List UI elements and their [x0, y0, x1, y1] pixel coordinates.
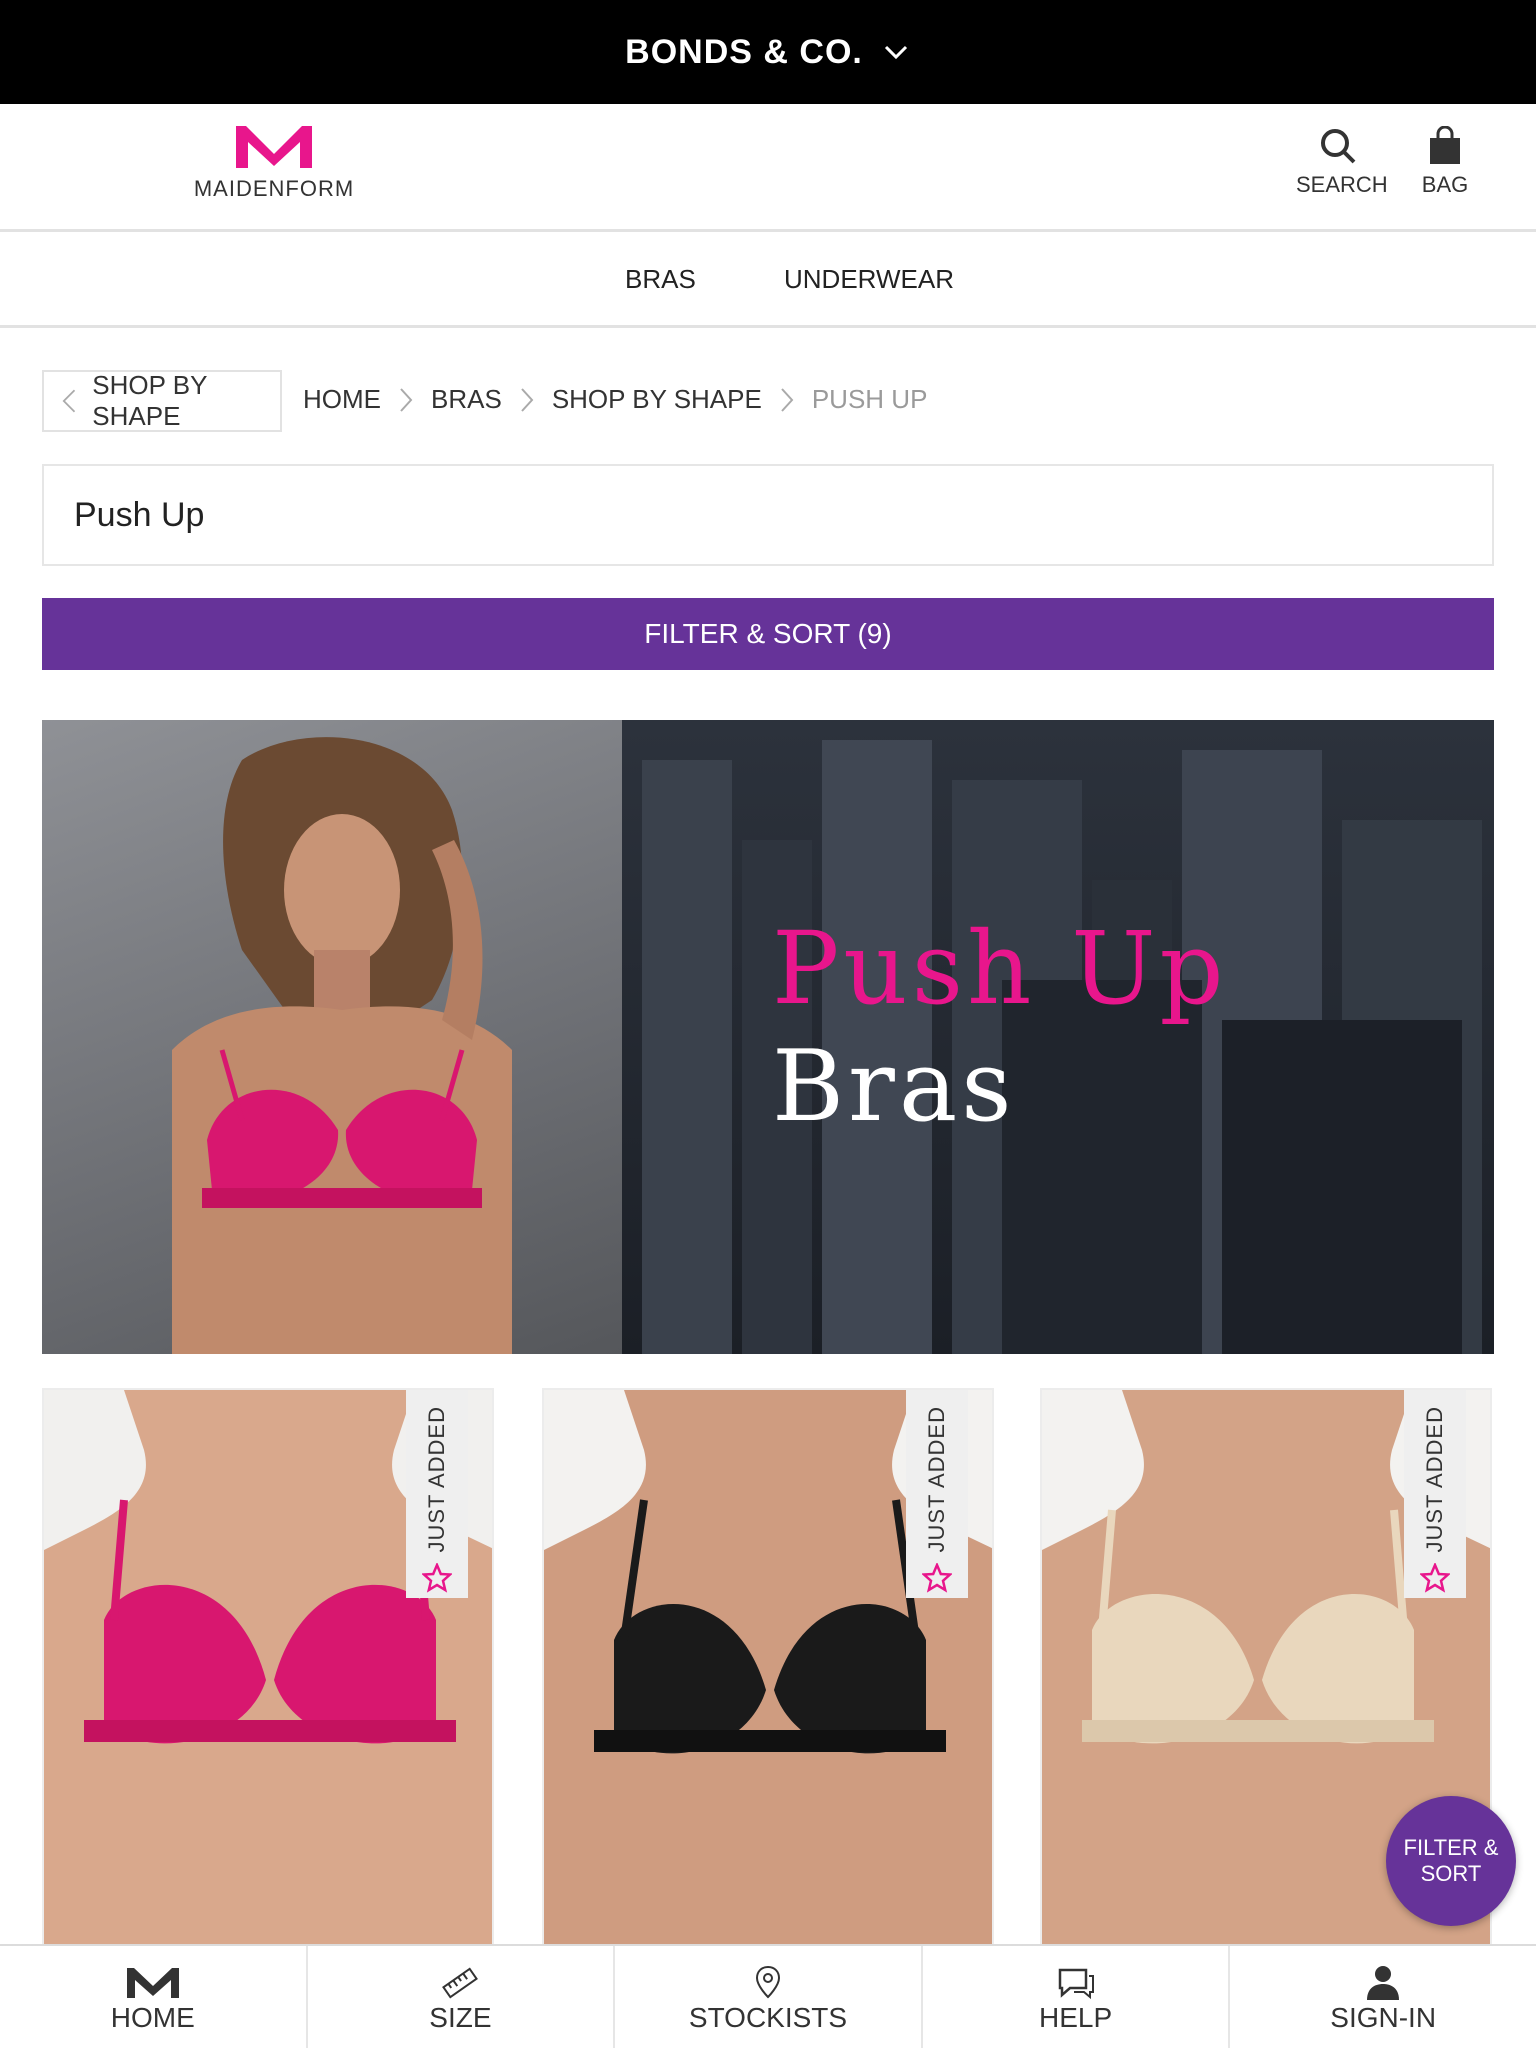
bag-label: BAG	[1421, 172, 1469, 197]
maidenform-m-icon	[236, 126, 312, 168]
chevron-left-icon	[62, 389, 76, 413]
tab-home-label: HOME	[110, 2002, 195, 2033]
model-silhouette	[172, 737, 512, 1354]
logo-wordmark: MAIDENFORM	[193, 176, 355, 201]
brand-switcher[interactable]: BONDS & CO.	[0, 0, 1536, 104]
tab-help-label: HELP	[1039, 2002, 1113, 2033]
chat-bubble-icon	[1058, 1968, 1094, 2000]
filter-sort-label: FILTER & SORT (9)	[644, 618, 892, 649]
search-button[interactable]: SEARCH	[1296, 126, 1388, 198]
breadcrumb-shop-by-shape[interactable]: SHOP BY SHAPE	[552, 384, 762, 415]
chevron-right-icon	[400, 387, 413, 412]
star-icon	[422, 1562, 452, 1593]
site-header: MAIDENFORM SEARCH BAG	[0, 104, 1536, 232]
badge-text: JUST ADDED	[924, 1406, 949, 1553]
skyline-graphic	[642, 740, 1482, 1354]
hero-banner[interactable]: Push Up Bras	[42, 720, 1494, 1354]
hero-title-line2: Bras	[772, 1030, 1016, 1144]
maidenform-m-icon	[126, 1968, 179, 1998]
fab-label-line1: FILTER &	[1403, 1835, 1499, 1860]
tab-size[interactable]: SIZE	[308, 1946, 616, 2048]
location-pin-icon	[755, 1965, 780, 1999]
floating-filter-sort-button[interactable]: FILTER & SORT	[1386, 1796, 1516, 1926]
product-card[interactable]: JUST ADDED	[542, 1388, 994, 1948]
tab-home[interactable]: HOME	[0, 1946, 308, 2048]
search-icon	[1321, 129, 1356, 164]
main-nav: BRAS UNDERWEAR	[0, 232, 1536, 328]
bag-icon	[1430, 126, 1460, 164]
user-icon	[1367, 1966, 1400, 2000]
product-card[interactable]: JUST ADDED	[42, 1388, 494, 1948]
just-added-badge: JUST ADDED	[906, 1390, 968, 1598]
breadcrumb-current: PUSH UP	[811, 384, 928, 414]
nav-item-underwear[interactable]: UNDERWEAR	[784, 264, 954, 295]
tab-stockists-label: STOCKISTS	[688, 2002, 848, 2033]
hero-model-image	[42, 720, 622, 1354]
chevron-right-icon	[521, 387, 534, 412]
just-added-badge: JUST ADDED	[1404, 1390, 1466, 1598]
breadcrumb-bras[interactable]: BRAS	[431, 384, 502, 415]
breadcrumb: HOME BRAS SHOP BY SHAPE PUSH UP	[303, 384, 927, 415]
tab-stockists[interactable]: STOCKISTS	[615, 1946, 923, 2048]
hero-title-line1: Push Up	[772, 910, 1228, 1027]
star-icon	[922, 1562, 952, 1593]
bag-button[interactable]: BAG	[1410, 126, 1480, 198]
chevron-right-icon	[781, 387, 794, 412]
ruler-icon	[442, 1967, 479, 1999]
tab-sign-in[interactable]: SIGN-IN	[1230, 1946, 1536, 2048]
tab-size-label: SIZE	[429, 2002, 492, 2033]
tab-sign-in-label: SIGN-IN	[1330, 2002, 1437, 2033]
bottom-tab-bar: HOME SIZE STOCKISTS HELP SIGN-IN	[0, 1944, 1536, 2048]
page-title-text: Push Up	[74, 495, 205, 534]
tab-help[interactable]: HELP	[923, 1946, 1231, 2048]
chevron-down-icon	[884, 45, 907, 60]
search-label: SEARCH	[1296, 172, 1388, 197]
back-to-shop-by-shape-button[interactable]: SHOP BY SHAPE	[42, 370, 282, 432]
brand-switcher-label: BONDS & CO.	[625, 32, 863, 71]
star-icon	[1420, 1562, 1450, 1593]
back-button-label: SHOP BY SHAPE	[92, 370, 207, 431]
breadcrumb-home[interactable]: HOME	[303, 384, 381, 415]
just-added-badge: JUST ADDED	[406, 1390, 468, 1598]
hero-city-background: Push Up Bras	[622, 720, 1494, 1354]
fab-label-line2: SORT	[1420, 1861, 1482, 1886]
badge-text: JUST ADDED	[424, 1406, 449, 1553]
nav-item-bras[interactable]: BRAS	[625, 264, 696, 295]
page-title: Push Up	[42, 464, 1494, 566]
badge-text: JUST ADDED	[1422, 1406, 1447, 1553]
maidenform-logo[interactable]: MAIDENFORM	[188, 120, 360, 202]
filter-sort-button[interactable]: FILTER & SORT (9)	[42, 598, 1494, 670]
